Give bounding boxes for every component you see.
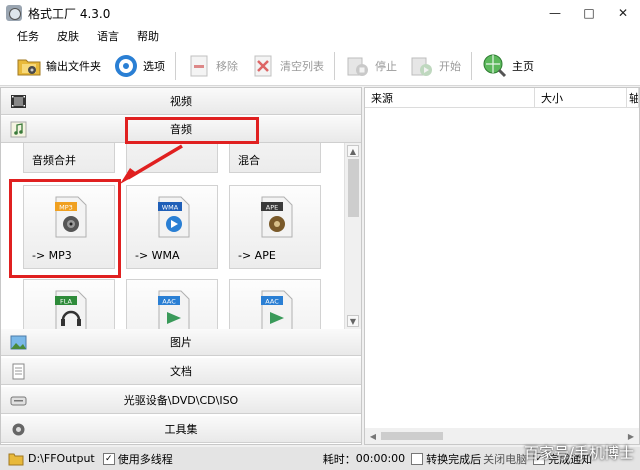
- highlight-mp3-tile: [9, 179, 121, 278]
- category-toolbox[interactable]: 工具集: [1, 416, 361, 443]
- remove-button[interactable]: 移除: [180, 49, 244, 83]
- music-note-icon: [10, 121, 27, 138]
- aac-badge: AAC: [162, 298, 176, 306]
- window-title: 格式工厂 4.3.0: [28, 6, 111, 21]
- remove-icon: [190, 55, 208, 76]
- toolbox-icon: [12, 423, 25, 436]
- format-grid-scrollbar[interactable]: ▲ ▼: [344, 143, 361, 329]
- category-document[interactable]: 文档: [1, 358, 361, 385]
- tile-to-ape[interactable]: APE -> APE: [229, 185, 321, 269]
- toolbar: 输出文件夹 选项 移除 清空列表 停止 开始 主页: [0, 46, 640, 86]
- wma-file-icon: WMA: [158, 196, 190, 238]
- toolbar-separator: [334, 51, 335, 80]
- menu-bar: 任务 皮肤 语言 帮助: [0, 26, 640, 46]
- stop-icon: [347, 57, 368, 76]
- tile-to-wma[interactable]: WMA -> WMA: [126, 185, 218, 269]
- folder-icon: [8, 453, 24, 465]
- column-source[interactable]: 来源: [365, 88, 535, 108]
- menu-language[interactable]: 语言: [88, 28, 128, 44]
- hscroll-thumb[interactable]: [381, 432, 443, 440]
- scroll-left-icon[interactable]: ◀: [368, 431, 378, 441]
- scroll-thumb[interactable]: [348, 159, 359, 217]
- minimize-button[interactable]: —: [538, 0, 572, 26]
- menu-help[interactable]: 帮助: [128, 28, 168, 44]
- aac-file-icon: AAC: [261, 290, 293, 329]
- elapsed-label: 耗时：: [322, 452, 356, 466]
- film-icon: [11, 95, 26, 108]
- close-button[interactable]: ✕: [606, 0, 640, 26]
- tile-audio-merge[interactable]: 音频合并: [23, 143, 115, 173]
- flac-file-icon: FLA: [55, 290, 87, 329]
- tile-to-flac[interactable]: FLA: [23, 279, 115, 329]
- disc-drive-icon: [10, 396, 27, 406]
- elapsed-value: 00:00:00: [355, 452, 406, 465]
- multithread-checkbox[interactable]: ✓: [102, 452, 115, 465]
- home-button[interactable]: 主页: [476, 49, 540, 83]
- stop-button[interactable]: 停止: [339, 49, 403, 83]
- output-folder-button[interactable]: 输出文件夹: [10, 49, 107, 83]
- toolbar-separator: [471, 51, 472, 80]
- menu-skin[interactable]: 皮肤: [48, 28, 88, 44]
- category-disc[interactable]: 光驱设备\DVD\CD\ISO: [1, 387, 361, 414]
- aac-file-icon: AAC: [158, 290, 190, 329]
- ape-badge: APE: [266, 204, 278, 212]
- scroll-up-icon[interactable]: ▲: [347, 145, 359, 157]
- column-output[interactable]: 轴: [627, 88, 639, 108]
- folder-icon: [17, 59, 41, 75]
- file-list-panel: 来源 大小 轴 ◀ ▶: [364, 87, 640, 445]
- tile-to-aac-2[interactable]: AAC: [229, 279, 321, 329]
- menu-task[interactable]: 任务: [8, 28, 48, 44]
- ape-file-icon: APE: [261, 196, 293, 238]
- scroll-right-icon[interactable]: ▶: [626, 431, 636, 441]
- gear-icon: [115, 54, 137, 77]
- toolbar-separator: [175, 51, 176, 80]
- tile-audio-mix[interactable]: 混合: [229, 143, 321, 173]
- column-size[interactable]: 大小: [535, 88, 627, 108]
- highlight-arrow: [120, 144, 183, 184]
- clear-list-button[interactable]: 清空列表: [244, 49, 330, 83]
- options-button[interactable]: 选项: [107, 49, 171, 83]
- picture-icon: [10, 335, 27, 350]
- category-image[interactable]: 图片: [1, 329, 361, 356]
- multithread-label: 使用多线程: [117, 452, 173, 466]
- start-button[interactable]: 开始: [403, 49, 467, 83]
- flac-badge: FLA: [60, 298, 73, 306]
- after-done-label: 转换完成后: [426, 452, 482, 466]
- tile-to-aac[interactable]: AAC: [126, 279, 218, 329]
- window-controls: — □ ✕: [538, 0, 640, 26]
- app-icon: [6, 5, 22, 21]
- play-icon: [411, 57, 432, 76]
- document-icon: [12, 363, 25, 380]
- after-done-action[interactable]: 关闭电脑: [483, 451, 527, 467]
- title-bar: 格式工厂 4.3.0 — □ ✕: [0, 0, 640, 26]
- aac-badge-2: AAC: [265, 298, 279, 306]
- home-globe-icon: [483, 54, 507, 77]
- after-done-checkbox[interactable]: [411, 452, 424, 465]
- category-video[interactable]: 视频: [1, 88, 361, 115]
- watermark: 百家号/手机博士: [523, 444, 634, 462]
- scroll-down-icon[interactable]: ▼: [347, 315, 359, 327]
- clear-list-icon: [254, 55, 272, 76]
- output-path[interactable]: D:\FFOutput: [28, 452, 95, 465]
- wma-badge: WMA: [162, 204, 179, 212]
- maximize-button[interactable]: □: [572, 0, 606, 26]
